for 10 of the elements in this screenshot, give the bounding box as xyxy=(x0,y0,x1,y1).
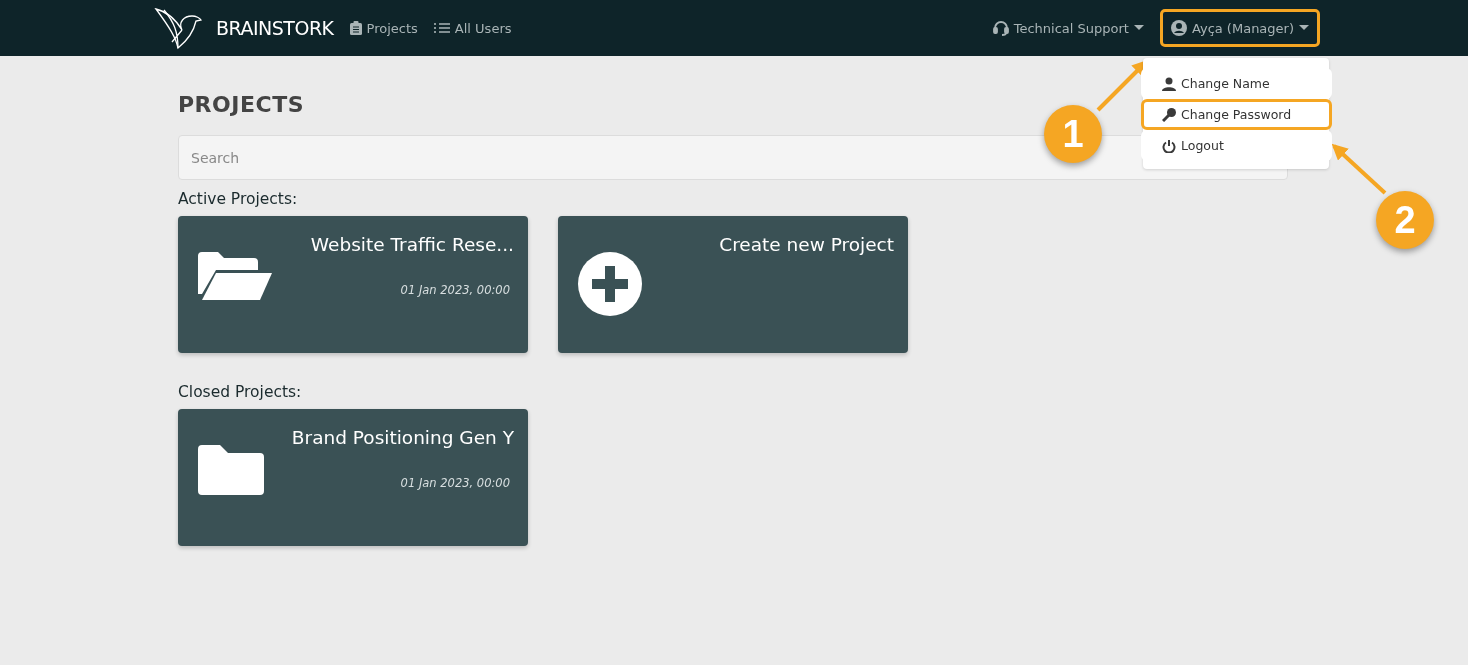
step-number-badge: 1 xyxy=(1044,105,1102,163)
section-heading: Closed Projects: xyxy=(178,383,303,401)
card-title: Create new Project xyxy=(719,234,894,255)
card-date: 01 Jan 2023, 00:00 xyxy=(400,283,510,297)
card-date: 01 Jan 2023, 00:00 xyxy=(400,476,510,490)
page-title: PROJECTS xyxy=(178,92,304,117)
step-number-badge: 2 xyxy=(1376,191,1434,249)
section-heading: Active Projects: xyxy=(178,190,299,208)
card-title: Website Traffic Rese... xyxy=(310,234,514,255)
card-title: Brand Positioning Gen Y xyxy=(291,427,514,448)
